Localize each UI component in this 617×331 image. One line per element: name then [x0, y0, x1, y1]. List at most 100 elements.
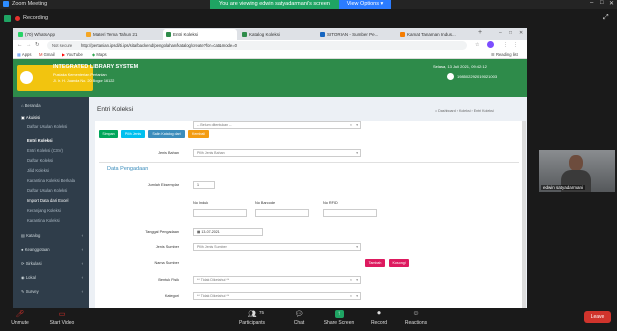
- sidebar-item-keanggotaan[interactable]: ● Keanggotaan ‹: [13, 245, 89, 254]
- window-close-icon[interactable]: ✕: [519, 30, 523, 36]
- window-maximize-icon[interactable]: □: [509, 30, 512, 36]
- sidebar-subitem[interactable]: Entri Koleksi (CSV): [13, 147, 89, 155]
- record-button[interactable]: ⏺ Record: [359, 310, 399, 326]
- window-title: Zoom Meeting: [12, 1, 48, 7]
- view-options-label: View Options: [346, 1, 379, 7]
- sidebar-item-beranda[interactable]: ⌂ Beranda: [13, 101, 89, 110]
- share-screen-button[interactable]: ↑ Share Screen: [319, 310, 359, 326]
- jumlah-eksemplar-input[interactable]: 1: [193, 181, 215, 189]
- sidebar-item-katalog[interactable]: ▤ Katalog ‹: [13, 231, 89, 240]
- clear-icon[interactable]: ×: [350, 277, 352, 283]
- jenis-bahan-label: Jenis Bahan: [158, 151, 179, 155]
- nama-sumber-select[interactable]: -- Belum ditentukan -- × ▾: [193, 121, 361, 129]
- recording-icon: [15, 16, 20, 21]
- sidebar-subitem[interactable]: Daftar Koleksi: [13, 157, 89, 165]
- browser-tab[interactable]: Materi Tema Tahun 21: [83, 29, 161, 40]
- shield-icon[interactable]: [4, 15, 11, 22]
- copy-catalog-button[interactable]: Salin Katalog dari: [148, 130, 185, 138]
- sidebar-item-akuisisi[interactable]: ▣ Akuisisi: [13, 113, 89, 122]
- sidebar-item-survey[interactable]: ✎ Survey ‹: [13, 287, 89, 296]
- sidebar-subitem[interactable]: Daftar Usulan Koleksi: [13, 124, 89, 137]
- sidebar-subitem-active[interactable]: Entri Koleksi: [13, 137, 89, 145]
- back-icon[interactable]: ←: [17, 42, 23, 48]
- clear-icon[interactable]: ×: [350, 293, 352, 299]
- bookmark-maps[interactable]: ◆ Maps: [92, 52, 107, 57]
- unmute-button[interactable]: 🎤︎ Unmute: [0, 310, 40, 326]
- url-field[interactable]: Not secure http://pertanian.ipsdi/ti.ips…: [47, 41, 467, 50]
- jenis-sumber-select[interactable]: Pilih Jenis Sumber ▾: [193, 243, 361, 251]
- video-off-icon: ▭: [58, 311, 66, 318]
- survey-icon: ✎: [21, 289, 25, 294]
- bentuk-fisik-select[interactable]: ** Tidak Diketahui ** × ▾: [193, 276, 361, 284]
- nama-sumber-label: Nama Sumber: [154, 261, 179, 265]
- clear-icon[interactable]: ×: [350, 122, 352, 128]
- chevron-left-icon: ‹: [81, 233, 83, 238]
- sidebar-item-sirkulasi[interactable]: ⟳ Sirkulasi ‹: [13, 259, 89, 268]
- reactions-button[interactable]: ☺ Reactions: [396, 310, 436, 326]
- user-icon[interactable]: [447, 73, 454, 80]
- participant-video-tile[interactable]: edwin satyadarmani: [539, 150, 615, 192]
- chat-button[interactable]: 💬︎ Chat: [279, 310, 319, 326]
- kosongi-button[interactable]: Kosongi: [389, 259, 409, 267]
- sidebar-subitem[interactable]: Karantina Koleksi: [13, 217, 89, 225]
- new-tab-icon[interactable]: +: [478, 29, 482, 36]
- location-icon: ◉: [21, 275, 25, 280]
- kategori-select[interactable]: ** Tidak Diketahui ** × ▾: [193, 292, 361, 300]
- tanggal-pengadaan-input[interactable]: ▦ 13-07-2021: [193, 228, 263, 236]
- close-icon[interactable]: ✕: [609, 0, 614, 7]
- record-label: Record: [370, 320, 388, 326]
- sidebar-subitem[interactable]: Keranjang Koleksi: [13, 207, 89, 215]
- breadcrumb-item[interactable]: Dashboard: [438, 109, 456, 113]
- save-button[interactable]: Simpan: [99, 130, 118, 138]
- jenis-bahan-select[interactable]: Pilih Jenis Bahan ▾: [193, 149, 361, 157]
- extensions-icon[interactable]: ⋮: [503, 42, 508, 48]
- no-rfid-input[interactable]: [323, 209, 377, 217]
- sidebar-item-label: Akuisisi: [25, 115, 41, 120]
- sidebar-subitem-label: Jilid Koleksi: [27, 168, 49, 173]
- menu-icon[interactable]: ⋮: [513, 42, 518, 48]
- avatar[interactable]: [487, 41, 494, 48]
- reading-list[interactable]: ☰ Reading list: [491, 52, 518, 57]
- circulation-icon: ⟳: [21, 261, 25, 266]
- browser-tab[interactable]: SITORIAN - Sumber Pe...: [317, 29, 395, 40]
- fullscreen-icon[interactable]: ⤢: [603, 14, 609, 22]
- bookmark-youtube[interactable]: ▶ YouTube: [62, 52, 83, 57]
- reading-list-icon: ☰: [491, 52, 495, 57]
- tambah-button[interactable]: Tambah: [365, 259, 385, 267]
- choose-type-button[interactable]: Pilih Jenis: [121, 130, 145, 138]
- browser-tab[interactable]: Kamat Tanaman Indus...: [397, 29, 475, 40]
- bookmark-gmail[interactable]: M Gmail: [39, 52, 55, 57]
- sidebar-subitem[interactable]: Import Data dari Excel: [13, 197, 89, 205]
- bentuk-fisik-value: ** Tidak Diketahui **: [197, 278, 230, 282]
- bookmark-apps[interactable]: ▦ Apps: [17, 52, 31, 57]
- url-text: http://pertanian.ipsdi/ti.ips/sita/backe…: [81, 43, 237, 48]
- breadcrumb-item[interactable]: Koleksi: [459, 109, 471, 113]
- start-video-button[interactable]: ▭ Start Video: [42, 310, 82, 326]
- no-induk-input[interactable]: [193, 209, 247, 217]
- leave-button[interactable]: Leave: [584, 311, 611, 323]
- maximize-icon[interactable]: □: [600, 0, 604, 6]
- sidebar-item-lokal[interactable]: ◉ Lokal ‹: [13, 273, 89, 282]
- browser-tab[interactable]: Katalog Koleksi: [239, 29, 315, 40]
- forward-icon[interactable]: →: [26, 42, 32, 48]
- sidebar-subitem[interactable]: Daftar Usulan Koleksi: [13, 187, 89, 195]
- scrollbar[interactable]: [522, 121, 526, 308]
- sidebar-subitem[interactable]: Jilid Koleksi: [13, 167, 89, 175]
- page-title: Entri Koleksi: [97, 106, 134, 113]
- back-button[interactable]: Kembali: [188, 130, 209, 138]
- reload-icon[interactable]: ↻: [35, 42, 40, 48]
- app-header: INTEGRATED LIBRARY SYSTEM Pustaka Kement…: [13, 59, 527, 97]
- window-minimize-icon[interactable]: –: [499, 30, 502, 36]
- minimize-icon[interactable]: –: [590, 0, 593, 6]
- browser-tab-active[interactable]: Entri Koleksi: [163, 29, 237, 40]
- bookmark-star-icon[interactable]: ☆: [475, 42, 479, 48]
- browser-tab[interactable]: (70) WhatsApp: [15, 29, 81, 40]
- view-options-button[interactable]: View Options ▾: [339, 0, 391, 9]
- sidebar-subitem[interactable]: Karantina Koleksi Berkala: [13, 177, 89, 185]
- form-panel: Simpan Pilih Jenis Salin Katalog dari Ke…: [95, 121, 523, 308]
- muted-mic-icon: 🎤︎: [15, 311, 25, 318]
- jenis-sumber-value: Pilih Jenis Sumber: [197, 245, 227, 249]
- no-barcode-input[interactable]: [255, 209, 309, 217]
- sidebar-item-label: Beranda: [24, 103, 41, 108]
- participants-button[interactable]: 👥︎ Participants: [232, 310, 272, 326]
